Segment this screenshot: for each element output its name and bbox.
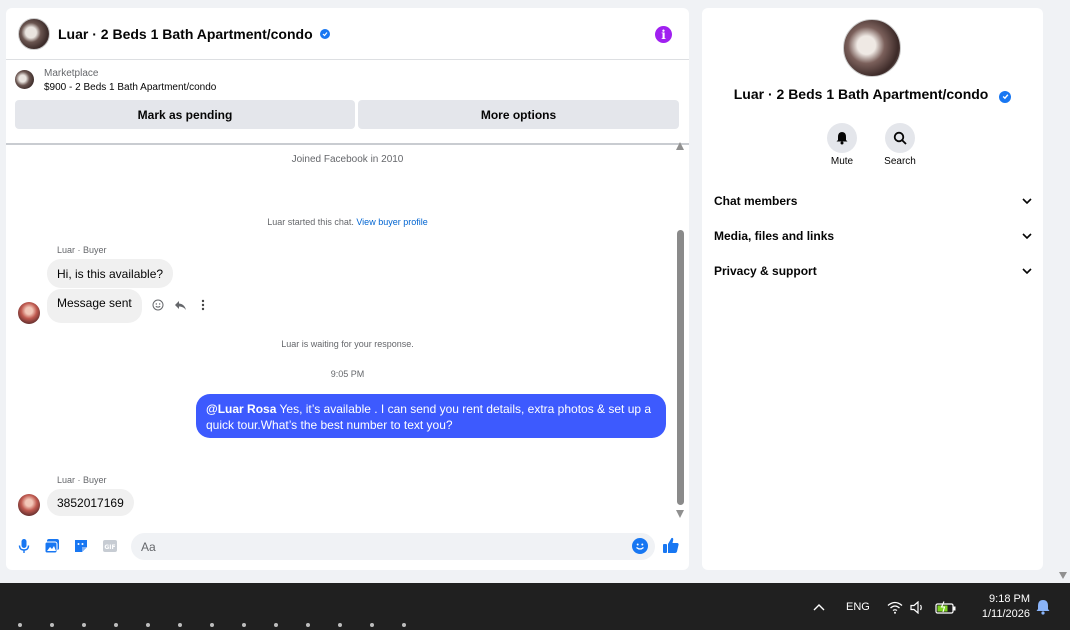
more-options-button[interactable]: More options [358,100,679,129]
joined-notice: Joined Facebook in 2010 [291,154,404,165]
react-icon[interactable] [152,299,164,311]
waiting-notice: Luar is waiting for your response. [281,339,414,349]
message-timestamp: 9:05 PM [330,369,365,379]
microphone-icon[interactable] [16,538,32,554]
composer: GIF Aa [6,523,689,570]
scroll-up-arrow[interactable] [676,142,684,150]
reply-icon[interactable] [174,299,186,311]
buyer-avatar[interactable] [18,494,40,516]
sender-label: Luar · Buyer [57,245,107,255]
chevron-down-icon [1022,268,1032,274]
chat-start-text: Luar started this chat. [267,217,354,227]
mark-as-pending-button[interactable]: Mark as pending [15,100,355,129]
taskbar-app-dots [18,623,406,627]
svg-text:GIF: GIF [104,544,115,551]
emoji-icon[interactable] [632,538,648,554]
chat-start-notice: Luar started this chat. View buyer profi… [6,217,689,227]
message-thread: Joined Facebook in 2010 Luar started thi… [6,145,689,520]
incoming-message[interactable]: Message sent [47,289,142,323]
marketplace-label: Marketplace [44,68,99,79]
outgoing-message[interactable]: @Luar Rosa Yes, it’s available . I can s… [196,394,666,438]
show-hidden-icons-chevron-icon[interactable] [813,599,825,615]
section-label: Privacy & support [714,264,817,278]
verified-badge-icon [999,90,1012,103]
scroll-down-arrow[interactable] [676,510,684,518]
message-input[interactable]: Aa [131,533,655,560]
scrollbar-thumb[interactable] [677,230,684,505]
clock-date: 1/11/2026 [981,608,1030,620]
incoming-message[interactable]: Hi, is this available? [47,259,174,288]
mute-button[interactable] [827,123,857,153]
conversation-details-panel: Luar · 2 Beds 1 Bath Apartment/condo Mut… [702,8,1043,570]
section-privacy-support[interactable]: Privacy & support [714,259,1032,283]
details-title-text: Luar · 2 Beds 1 Bath Apartment/condo [733,86,989,102]
section-label: Media, files and links [714,229,835,243]
mention[interactable]: @Luar Rosa [206,402,276,416]
clock-time: 9:18 PM [989,593,1030,605]
like-thumb-icon[interactable] [662,536,680,554]
listing-title[interactable]: $900 - 2 Beds 1 Bath Apartment/condo [44,82,216,93]
listing-avatar[interactable] [18,17,50,50]
sticker-icon[interactable] [73,538,89,554]
chat-panel: Luar · 2 Beds 1 Bath Apartment/condo i M… [6,8,689,570]
chevron-down-icon [1022,198,1032,204]
clock[interactable]: 9:18 PM 1/11/2026 [968,592,1030,622]
marketplace-bar: Marketplace $900 - 2 Beds 1 Bath Apartme… [6,60,689,145]
chat-header: Luar · 2 Beds 1 Bath Apartment/condo i [6,8,689,60]
wifi-icon[interactable] [887,599,903,615]
info-button[interactable]: i [655,26,672,43]
incoming-message[interactable]: 3852017169 [47,489,134,516]
chat-title[interactable]: Luar · 2 Beds 1 Bath Apartment/condo [58,26,313,42]
mute-label: Mute [830,156,854,167]
battery-icon[interactable] [935,599,957,615]
details-title: Luar · 2 Beds 1 Bath Apartment/condo [702,86,1043,103]
volume-icon[interactable] [910,599,926,615]
search-label: Search [884,156,916,167]
sender-label: Luar · Buyer [57,475,107,485]
buyer-avatar[interactable] [18,302,40,324]
listing-avatar-large[interactable] [843,19,901,77]
notification-bell-icon[interactable] [1036,599,1050,615]
search-button[interactable] [885,123,915,153]
section-label: Chat members [714,194,798,208]
more-actions-icon[interactable] [200,299,212,311]
gif-icon[interactable]: GIF [102,538,118,554]
section-chat-members[interactable]: Chat members [714,189,1032,213]
section-media-files-links[interactable]: Media, files and links [714,224,1032,248]
listing-thumbnail[interactable] [15,70,34,89]
bell-icon [836,132,848,145]
verified-badge-icon [319,28,330,39]
page-scroll-down-arrow[interactable] [1059,572,1067,579]
language-indicator[interactable]: ENG [846,601,870,613]
chevron-down-icon [1022,233,1032,239]
view-buyer-profile-link[interactable]: View buyer profile [356,217,427,227]
photo-icon[interactable] [44,538,60,554]
taskbar: ENG 9:18 PM 1/11/2026 [0,583,1070,630]
search-icon [893,131,907,145]
